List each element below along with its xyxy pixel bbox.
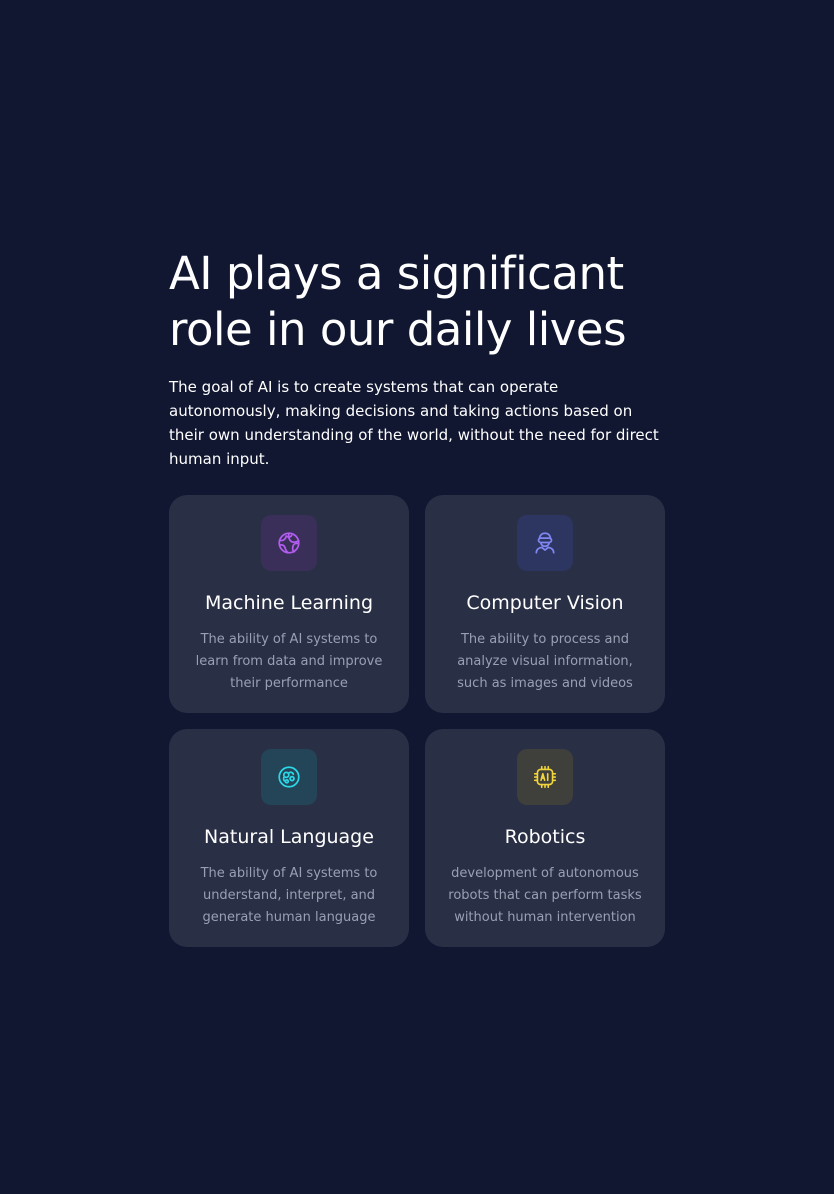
feature-description: development of autonomous robots that ca… bbox=[448, 866, 642, 925]
page-title: AI plays a significant role in our daily… bbox=[169, 246, 665, 358]
feature-card-computer-vision: Computer Vision The ability to process a… bbox=[425, 495, 665, 713]
feature-title: Machine Learning bbox=[204, 592, 374, 614]
globe-icon bbox=[278, 532, 300, 554]
feature-icon-tile bbox=[517, 749, 573, 805]
feature-icon-tile bbox=[261, 749, 317, 805]
feature-description: The ability of AI systems to understand,… bbox=[200, 866, 378, 925]
feature-description: The ability to process and analyze visua… bbox=[457, 632, 633, 691]
feature-title: Robotics bbox=[504, 826, 586, 848]
brain-icon bbox=[278, 766, 300, 788]
ai-chip-icon bbox=[533, 765, 557, 789]
page-title-line-1: AI plays a significant bbox=[169, 247, 624, 300]
feature-icon-tile bbox=[261, 515, 317, 571]
feature-icon-tile bbox=[517, 515, 573, 571]
features-grid: Machine Learning The ability of AI syste… bbox=[169, 495, 665, 947]
feature-title: Natural Language bbox=[204, 826, 374, 848]
feature-description: The ability of AI systems to learn from … bbox=[195, 632, 383, 691]
hero-description: The goal of AI is to create systems that… bbox=[169, 378, 659, 468]
feature-card-machine-learning: Machine Learning The ability of AI syste… bbox=[169, 495, 409, 713]
feature-title: Computer Vision bbox=[466, 592, 624, 614]
vr-person-icon bbox=[535, 532, 555, 554]
hero-section: AI plays a significant role in our daily… bbox=[169, 246, 665, 471]
feature-card-robotics: Robotics development of autonomous robot… bbox=[425, 729, 665, 947]
feature-card-natural-language: Natural Language The ability of AI syste… bbox=[169, 729, 409, 947]
page-title-line-2: role in our daily lives bbox=[169, 303, 627, 356]
